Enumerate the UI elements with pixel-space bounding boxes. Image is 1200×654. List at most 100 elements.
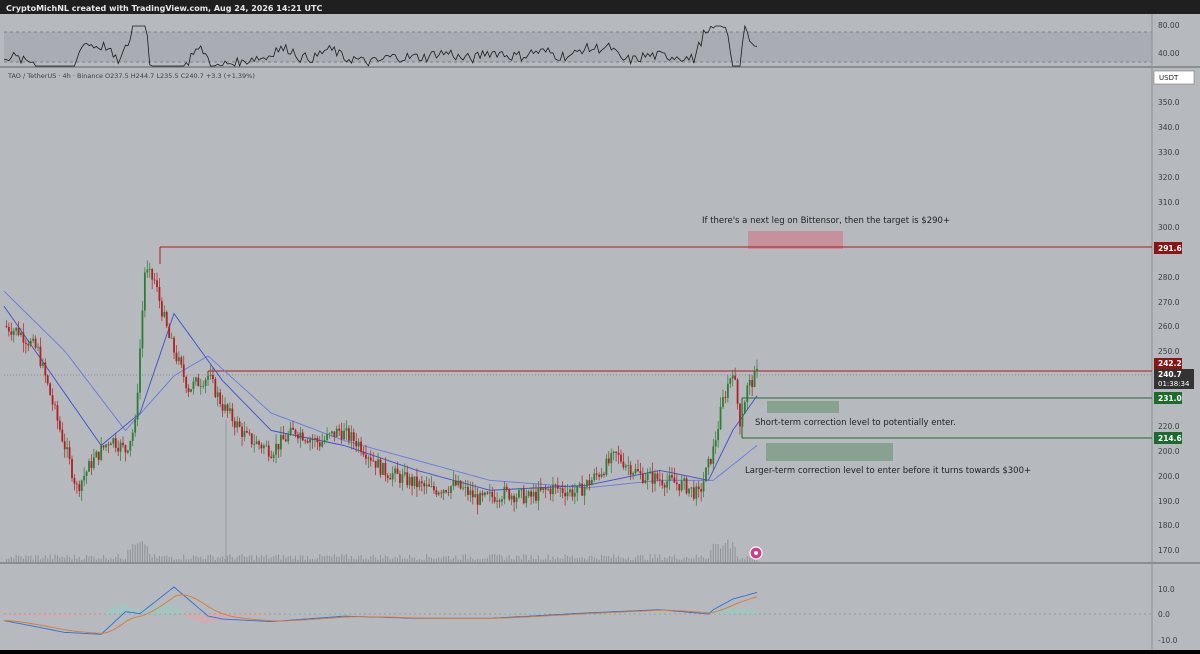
volume-bar — [674, 555, 675, 562]
candle-body — [180, 357, 182, 364]
candle-body — [640, 471, 642, 473]
macd-histogram-bar — [28, 614, 29, 616]
volume-bar — [365, 558, 366, 562]
volume-bar — [620, 557, 621, 562]
candle-body — [642, 473, 644, 482]
macd-histogram-bar — [613, 613, 614, 614]
candle-body — [482, 493, 484, 495]
volume-bar — [310, 559, 311, 562]
macd-histogram-bar — [557, 613, 558, 614]
volume-bar — [628, 557, 629, 562]
rsi-tick-80: 80.00 — [1158, 21, 1180, 30]
volume-bar — [725, 543, 726, 562]
volume-bar — [535, 559, 536, 562]
volume-bar — [55, 554, 56, 562]
volume-bar — [654, 554, 655, 562]
price-label-291: 291.6 — [1158, 244, 1182, 253]
price-tick: 320.0 — [1158, 173, 1180, 182]
volume-bar — [45, 555, 46, 562]
candle-body — [268, 446, 270, 457]
volume-bar — [718, 544, 719, 562]
candle-body — [477, 494, 479, 505]
candle-body — [516, 497, 518, 502]
candle-body — [144, 273, 146, 311]
candle-body — [154, 280, 156, 281]
volume-bar — [115, 557, 116, 562]
candle-body — [674, 478, 676, 483]
volume-bar — [89, 556, 90, 562]
candle-body — [151, 269, 153, 280]
volume-bar — [23, 559, 24, 562]
macd-histogram-bar — [341, 613, 342, 614]
volume-bar — [176, 559, 177, 562]
macd-histogram-bar — [25, 614, 26, 616]
price-tick: 340.0 — [1158, 123, 1180, 132]
macd-histogram-bar — [727, 608, 728, 614]
macd-histogram-bar — [681, 614, 682, 615]
volume-bar — [552, 557, 553, 562]
candle-body — [156, 280, 158, 287]
volume-bar — [429, 557, 430, 562]
candle-body — [256, 441, 258, 444]
volume-bar — [91, 556, 92, 562]
macd-histogram-bar — [625, 613, 626, 614]
volume-bar — [50, 555, 51, 562]
macd-histogram-bar — [45, 614, 46, 617]
volume-bar — [98, 558, 99, 562]
volume-bar — [742, 558, 743, 562]
volume-bar — [681, 560, 682, 562]
candle-body — [433, 486, 435, 490]
macd-tick-neg10: -10.0 — [1158, 636, 1178, 645]
price-tick: 190.0 — [1158, 497, 1180, 506]
candle-body — [285, 439, 287, 441]
volume-bar — [21, 556, 22, 562]
volume-bar — [601, 555, 602, 562]
candle-body — [40, 347, 42, 366]
rsi-band — [4, 32, 1152, 62]
volume-bar — [701, 556, 702, 562]
volume-bar — [232, 557, 233, 562]
volume-bar — [419, 559, 420, 562]
candle-body — [100, 446, 102, 460]
macd-histogram-bar — [67, 614, 68, 616]
volume-bar — [16, 555, 17, 562]
candle-body — [319, 442, 321, 446]
macd-histogram-bar — [96, 614, 97, 615]
volume-bar — [392, 558, 393, 562]
volume-bar — [295, 556, 296, 562]
volume-bar — [710, 550, 711, 562]
volume-bar — [730, 549, 731, 562]
target-zone — [748, 231, 843, 249]
volume-bar — [210, 554, 211, 562]
price-tick: 280.0 — [1158, 273, 1180, 282]
candle-body — [108, 444, 110, 445]
volume-bar — [455, 556, 456, 562]
volume-bar — [640, 555, 641, 562]
volume-bar — [487, 558, 488, 562]
candle-body — [416, 477, 418, 487]
macd-histogram-bar — [52, 614, 53, 617]
macd-histogram-bar — [110, 608, 111, 614]
candle-body — [353, 432, 355, 441]
volume-bar — [69, 557, 70, 562]
volume-bar — [317, 558, 318, 562]
macd-histogram-bar — [637, 613, 638, 614]
volume-bar — [395, 557, 396, 562]
candle-body — [435, 490, 437, 494]
macd-histogram-bar — [200, 614, 201, 622]
candle-body — [338, 429, 340, 431]
candle-body — [469, 490, 471, 494]
volume-bar — [322, 556, 323, 562]
macd-histogram-bar — [120, 605, 121, 614]
candle-body — [95, 452, 97, 458]
macd-histogram-bar — [528, 613, 529, 614]
macd-histogram-bar — [552, 613, 553, 614]
candle-body — [715, 440, 717, 446]
macd-histogram-bar — [188, 614, 189, 618]
volume-bar — [453, 558, 454, 562]
macd-histogram-bar — [101, 614, 102, 615]
candle-body — [299, 433, 301, 439]
volume-bar — [305, 560, 306, 562]
volume-bar — [198, 557, 199, 562]
macd-histogram-bar — [190, 614, 191, 619]
